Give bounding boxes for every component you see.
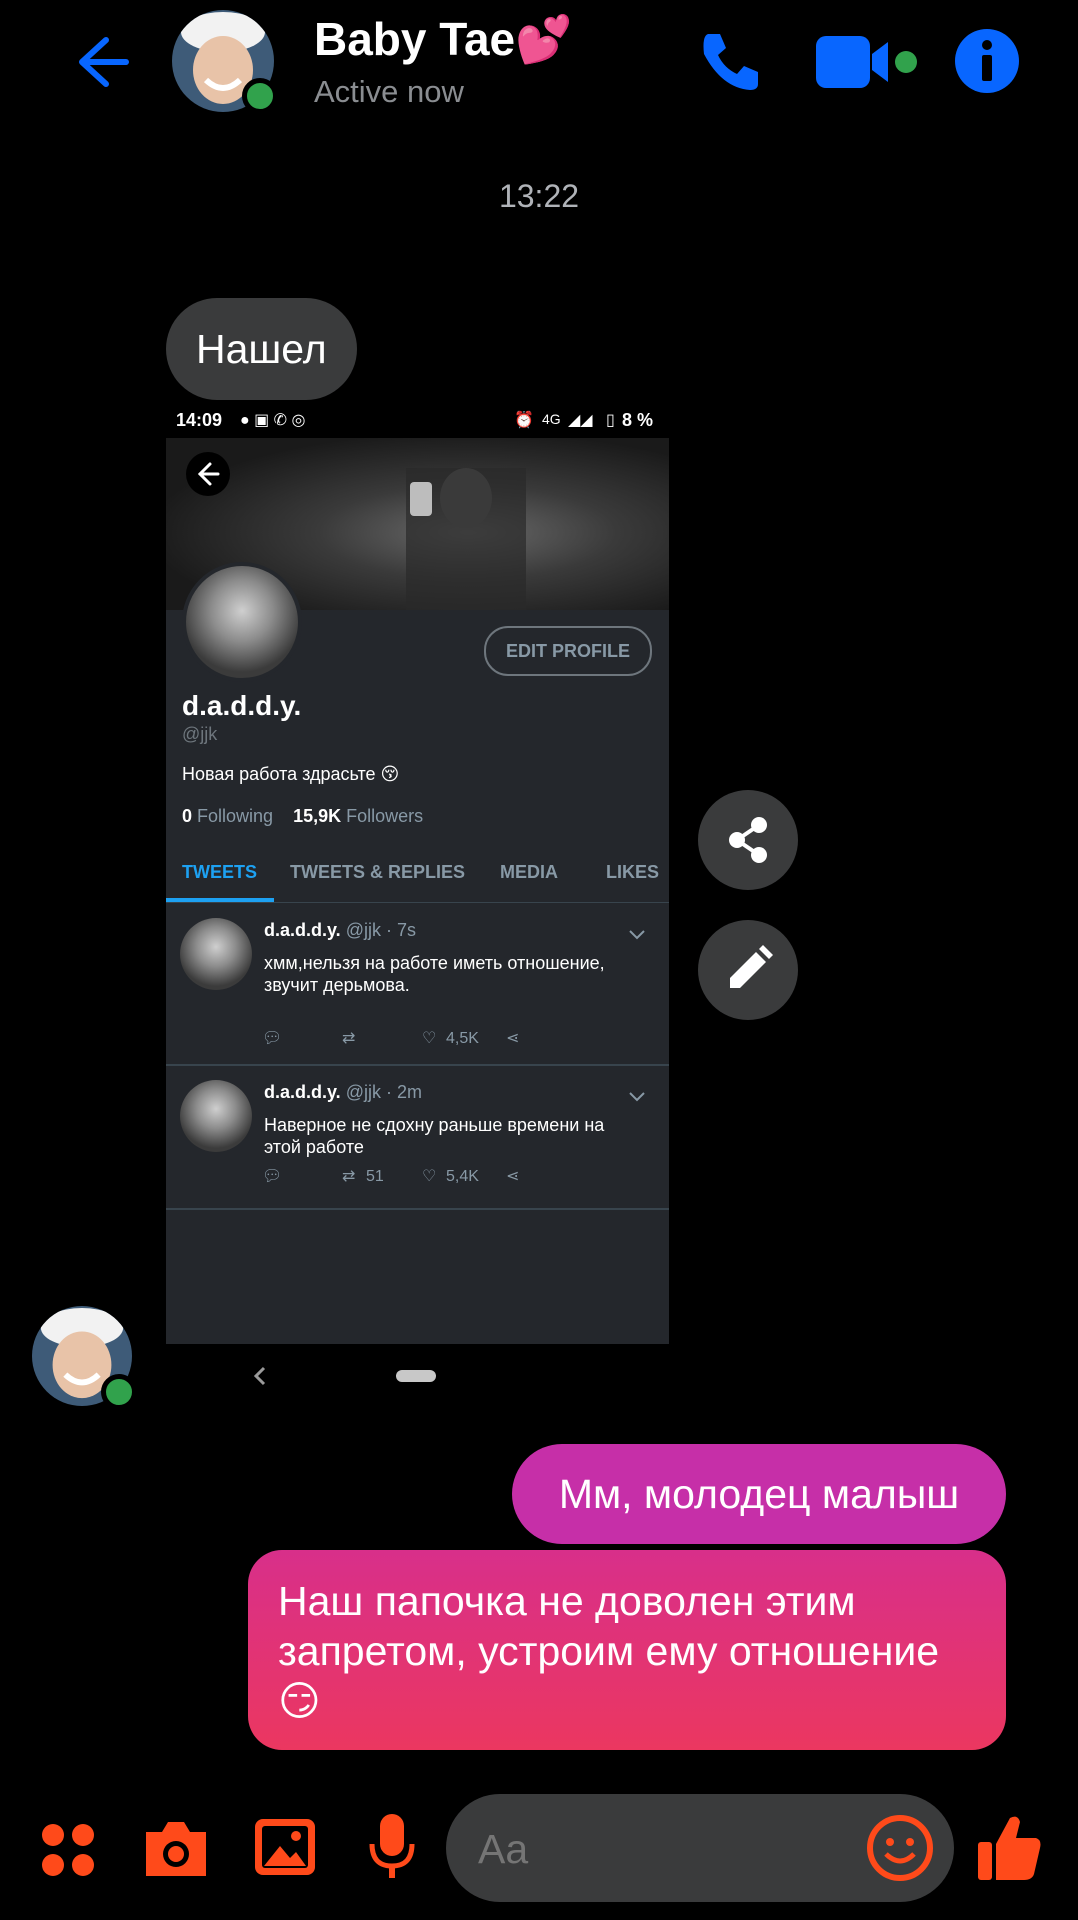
battery-level: 8 % xyxy=(622,410,654,430)
message-timestamp: 13:22 xyxy=(498,178,580,214)
tab-likes: LIKES xyxy=(606,862,660,882)
like-icon: ♡ xyxy=(422,1168,437,1185)
gallery-icon[interactable] xyxy=(252,1814,318,1880)
tab-media: MEDIA xyxy=(500,862,558,882)
nav-home-pill xyxy=(396,1370,436,1382)
status-time: 14:09 xyxy=(176,410,223,430)
tweet-avatar xyxy=(180,1080,252,1152)
info-icon[interactable] xyxy=(954,28,1020,94)
tab-tweets: TWEETS xyxy=(182,862,257,882)
tweet-text: хмм,нельзя на работе иметь отношение, зв… xyxy=(264,953,605,995)
tweet-author: d.a.d.d.y. xyxy=(264,920,341,940)
following-label: Following xyxy=(197,806,274,826)
retweet-count: 51 xyxy=(366,1168,384,1185)
tweet-header: d.a.d.d.y. @jjk · 2m xyxy=(264,1082,422,1103)
video-camera-icon xyxy=(816,36,917,88)
tweet-text: Наверное не сдохну раньше времени на это… xyxy=(264,1115,605,1157)
pencil-icon xyxy=(730,945,773,988)
contact-name[interactable]: Baby Tae💕 xyxy=(314,12,572,67)
chevron-down-icon xyxy=(629,930,645,940)
retweet-icon: ⇄ xyxy=(342,1030,356,1047)
outgoing-message-bubble[interactable]: Наш папочка не доволен этим запретом, ус… xyxy=(248,1550,1006,1750)
active-tab-indicator xyxy=(166,898,274,902)
followers-count: 15,9K xyxy=(293,806,342,826)
camera-icon[interactable] xyxy=(142,1814,210,1882)
microphone-icon[interactable] xyxy=(364,1810,420,1884)
screenshot-status-bar: 14:09 ● ▣ ✆ ◎ ⏰ 4G ◢◢ ▯ 8 % xyxy=(166,404,669,438)
share-button[interactable] xyxy=(698,790,798,890)
nav-back-icon xyxy=(253,1366,266,1386)
back-arrow-icon[interactable] xyxy=(68,30,132,94)
signal-icon: ◢◢ xyxy=(568,412,593,429)
online-status-dot xyxy=(101,1374,137,1410)
online-status-dot xyxy=(242,78,278,114)
profile-avatar xyxy=(182,562,302,682)
share-icon: ⋖ xyxy=(506,1030,520,1047)
tweet-author: d.a.d.d.y. xyxy=(264,1082,341,1102)
like-icon: ♡ xyxy=(422,1030,437,1047)
profile-name: d.a.d.d.y. xyxy=(182,690,302,721)
profile-stats: 0 Following 15,9K Followers xyxy=(182,806,423,827)
back-arrow-icon xyxy=(197,462,220,486)
shared-screenshot-image[interactable]: 14:09 ● ▣ ✆ ◎ ⏰ 4G ◢◢ ▯ 8 % EDIT PROFILE… xyxy=(166,404,669,1344)
tweet-meta: @jjk · 2m xyxy=(345,1082,422,1102)
tweet-item: d.a.d.d.y. @jjk · 2m Наверное не сдохну … xyxy=(166,1066,669,1210)
share-icon: ⋖ xyxy=(506,1168,520,1185)
message-composer[interactable] xyxy=(446,1794,954,1904)
retweet-icon: ⇄ xyxy=(342,1168,356,1185)
outgoing-message-bubble[interactable]: Мм, молодец малыш xyxy=(512,1444,1006,1544)
reply-icon: 💬︎ xyxy=(262,1168,283,1185)
active-status: Active now xyxy=(314,74,464,109)
screenshot-nav-bar xyxy=(166,1344,669,1408)
tweet-header: d.a.d.d.y. @jjk · 7s xyxy=(264,920,416,941)
battery-icon: ▯ xyxy=(606,412,615,429)
incoming-message-bubble[interactable]: Нашел xyxy=(166,298,357,400)
message-input[interactable] xyxy=(476,1794,860,1904)
notification-icons: ● ▣ ✆ ◎ xyxy=(240,412,306,429)
network-type: 4G xyxy=(542,411,561,427)
profile-tabs: TWEETS TWEETS & REPLIES MEDIA LIKES xyxy=(166,842,669,903)
screenshot-back-button xyxy=(186,452,230,496)
video-call-button[interactable] xyxy=(814,30,924,94)
alarm-icon: ⏰ xyxy=(514,412,534,429)
emoji-icon[interactable] xyxy=(864,1812,936,1884)
like-count: 4,5K xyxy=(446,1030,479,1047)
edit-profile-button: EDIT PROFILE xyxy=(484,626,652,676)
tweet-item: d.a.d.d.y. @jjk · 7s хмм,нельзя на работ… xyxy=(166,904,669,1066)
share-icon xyxy=(729,817,767,863)
tweet-meta: @jjk · 7s xyxy=(345,920,416,940)
tweet-avatar xyxy=(180,918,252,990)
edit-button[interactable] xyxy=(698,920,798,1020)
profile-handle: @jjk xyxy=(182,724,218,744)
chevron-down-icon xyxy=(629,1092,645,1102)
like-count: 5,4K xyxy=(446,1168,479,1185)
following-count: 0 xyxy=(182,806,193,826)
phone-call-icon[interactable] xyxy=(694,26,766,98)
reply-icon: 💬︎ xyxy=(262,1030,283,1047)
followers-label: Followers xyxy=(346,806,424,826)
apps-grid-icon[interactable] xyxy=(38,1820,98,1880)
thumbs-up-icon[interactable] xyxy=(976,1812,1044,1884)
profile-bio: Новая работа здрасьте 😚 xyxy=(182,764,400,784)
tab-tweets-replies: TWEETS & REPLIES xyxy=(290,862,466,882)
